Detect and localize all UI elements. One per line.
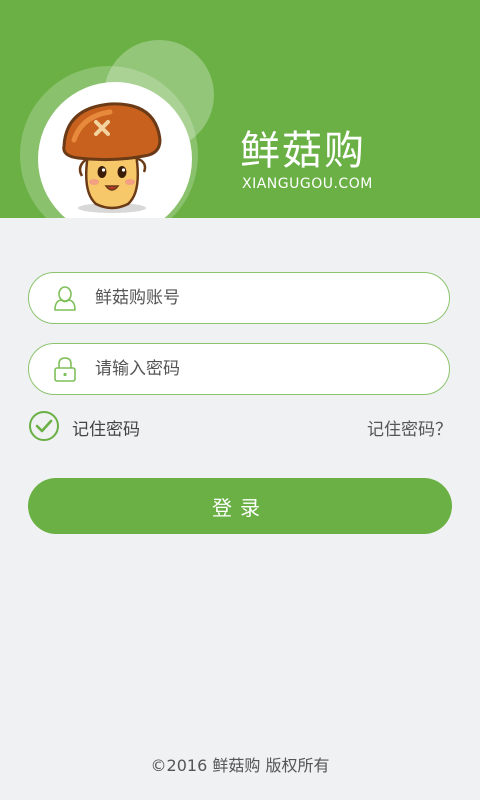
- remember-password-toggle[interactable]: 记住密码: [28, 410, 178, 442]
- copyright-text: ©2016 鲜菇购 版权所有: [150, 756, 330, 775]
- forgot-password-link[interactable]: 记住密码？: [367, 415, 452, 440]
- app-header: 鲜菇购 XIANGUGOU.COM: [0, 0, 480, 218]
- account-field[interactable]: [28, 272, 450, 324]
- login-button[interactable]: 登录: [28, 478, 452, 534]
- mushroom-mascot-icon: [62, 102, 162, 213]
- remember-password-label: 记住密码: [72, 420, 140, 440]
- password-input[interactable]: [95, 344, 435, 393]
- checkmark-circle-icon[interactable]: [28, 410, 60, 442]
- user-icon: [54, 286, 76, 311]
- brand-domain: XIANGUGOU.COM: [242, 176, 373, 192]
- brand-name: 鲜菇购: [240, 128, 366, 174]
- lock-icon: [54, 357, 76, 382]
- password-field[interactable]: [28, 343, 450, 395]
- account-input[interactable]: [95, 273, 435, 322]
